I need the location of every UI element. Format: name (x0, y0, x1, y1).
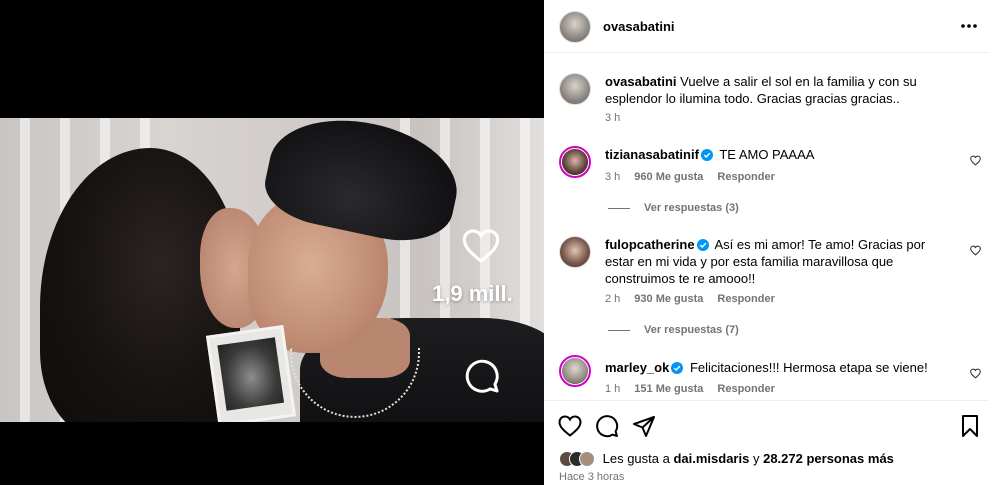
comment-meta: 1 h 151 Me gusta Responder (605, 383, 789, 395)
commenter-avatar[interactable] (559, 236, 591, 268)
comment-meta: 3 h 960 Me gusta Responder (605, 171, 789, 183)
post-header: ovasabatini (544, 0, 989, 53)
comment-meta: 2 h 930 Me gusta Responder (605, 293, 789, 305)
author-username[interactable]: ovasabatini (603, 19, 675, 34)
sonogram-photo (205, 325, 297, 422)
action-bar: Les gusta a dai.misdaris y 28.272 person… (544, 400, 989, 485)
likes-middle: y (752, 451, 760, 466)
replies-divider (608, 329, 630, 331)
comment-text: TE AMO PAAAA (719, 147, 815, 162)
comment-time[interactable]: 3 h (605, 171, 620, 183)
view-replies-button[interactable]: Ver respuestas (7) (608, 324, 739, 336)
media-like-count: 1,9 mill. (432, 281, 513, 306)
media-heart-icon[interactable] (462, 228, 500, 264)
commenter-avatar[interactable] (559, 355, 591, 387)
comment-likes[interactable]: 960 Me gusta (634, 171, 703, 183)
comment-body: fulopcatherine Así es mi amor! Te amo! G… (605, 236, 955, 287)
share-icon[interactable] (632, 414, 656, 438)
caption-username[interactable]: ovasabatini (605, 74, 677, 89)
view-replies-label: Ver respuestas (7) (644, 324, 739, 336)
post-sidebar: ovasabatini ovasabatini Vuelve a salir e… (544, 0, 989, 485)
post-photo[interactable] (0, 118, 544, 422)
save-icon[interactable] (958, 414, 982, 438)
comment-time[interactable]: 1 h (605, 383, 620, 395)
view-replies-label: Ver respuestas (3) (644, 202, 739, 214)
view-replies-button[interactable]: Ver respuestas (3) (608, 202, 739, 214)
more-options-icon[interactable] (960, 23, 978, 29)
comment-likes[interactable]: 151 Me gusta (634, 383, 703, 395)
comment-time[interactable]: 2 h (605, 293, 620, 305)
comment-body: marley_ok Felicitaciones!!! Hermosa etap… (605, 359, 955, 376)
verified-icon (671, 362, 684, 374)
comment-body: tizianasabatinif TE AMO PAAAA (605, 146, 955, 163)
comment-heart-icon[interactable] (970, 155, 981, 166)
post-time[interactable]: Hace 3 horas (559, 471, 624, 483)
commenter-username[interactable]: tizianasabatinif (605, 147, 699, 162)
media-comment-icon[interactable] (464, 358, 500, 394)
comment-likes[interactable]: 930 Me gusta (634, 293, 703, 305)
replies-divider (608, 207, 630, 209)
post-media[interactable]: 1,9 mill. (0, 0, 544, 485)
likes-count[interactable]: 28.272 personas más (763, 451, 894, 466)
reply-button[interactable]: Responder (717, 383, 774, 395)
likes-user[interactable]: dai.misdaris (673, 451, 749, 466)
comment-icon[interactable] (595, 414, 619, 438)
author-avatar[interactable] (559, 11, 591, 43)
caption: ovasabatini Vuelve a salir el sol en la … (605, 73, 975, 107)
comment-heart-icon[interactable] (970, 245, 981, 256)
verified-icon (696, 239, 709, 251)
caption-time[interactable]: 3 h (605, 112, 620, 124)
reply-button[interactable]: Responder (717, 171, 774, 183)
heart-icon[interactable] (558, 414, 582, 438)
verified-icon (700, 149, 713, 161)
likes-prefix: Les gusta a (602, 451, 670, 466)
liker-avatar[interactable] (579, 451, 595, 467)
reply-button[interactable]: Responder (717, 293, 774, 305)
comment-text: Felicitaciones!!! Hermosa etapa se viene… (689, 360, 928, 375)
caption-avatar[interactable] (559, 73, 591, 105)
likes-summary: Les gusta a dai.misdaris y 28.272 person… (559, 451, 894, 467)
comment-heart-icon[interactable] (970, 368, 981, 379)
commenter-username[interactable]: fulopcatherine (605, 237, 695, 252)
commenter-username[interactable]: marley_ok (605, 360, 669, 375)
commenter-avatar[interactable] (559, 146, 591, 178)
window-blind (20, 118, 30, 422)
